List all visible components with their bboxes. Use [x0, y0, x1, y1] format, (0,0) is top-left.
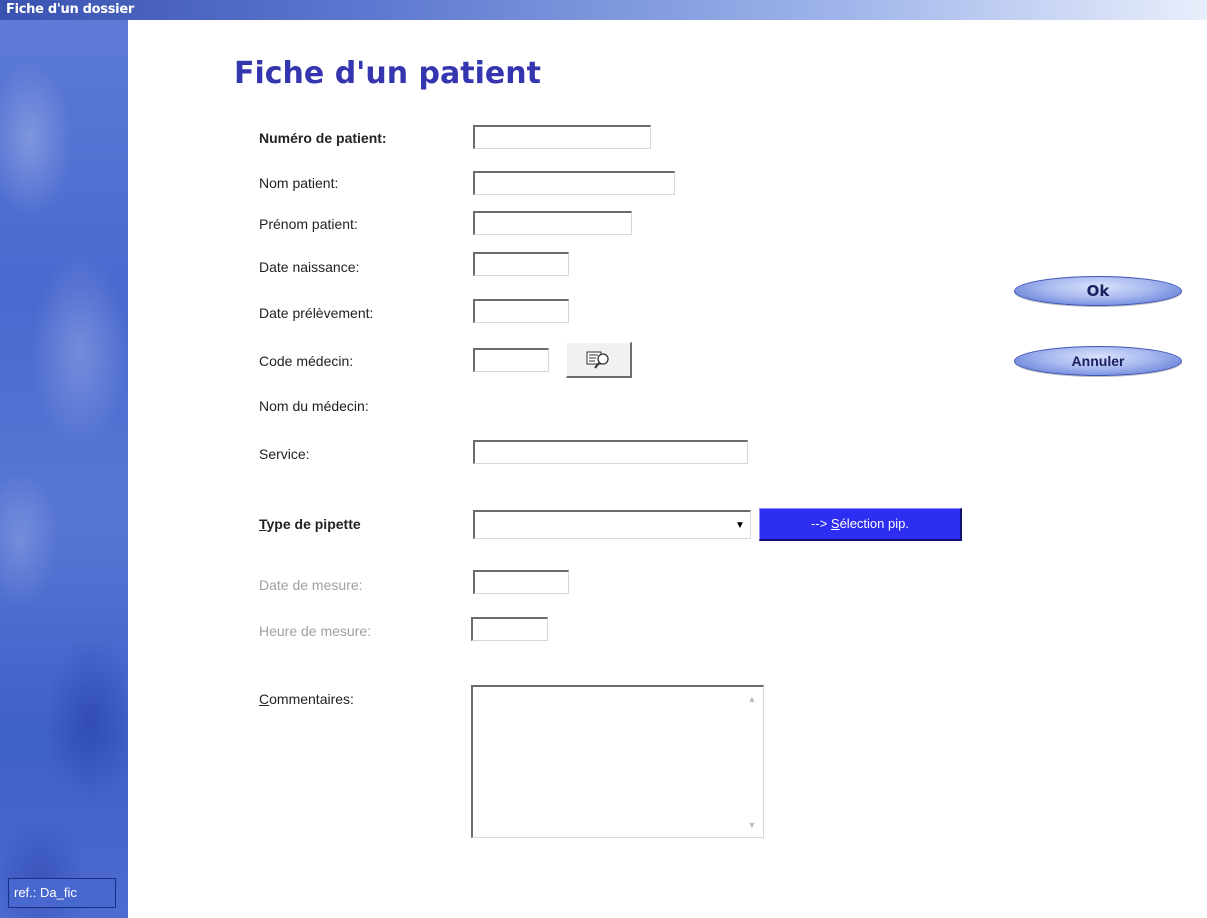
selection-mnemonic: S: [830, 516, 840, 531]
code-medecin-input[interactable]: [473, 348, 549, 372]
date-prelevement-input[interactable]: [473, 299, 569, 323]
type-pipette-mnemonic: T: [259, 516, 267, 532]
annuler-button[interactable]: Annuler: [1014, 346, 1182, 376]
numero-patient-input[interactable]: [473, 125, 651, 149]
date-naissance-input[interactable]: [473, 252, 569, 276]
heure-mesure-label: Heure de mesure:: [259, 623, 372, 639]
ok-button[interactable]: Ok: [1014, 276, 1182, 306]
selection-prefix: -->: [811, 516, 831, 531]
date-prelevement-label: Date prélèvement:: [259, 305, 374, 321]
prenom-patient-input[interactable]: [473, 211, 632, 235]
commentaires-label: Commentaires:: [259, 691, 354, 707]
date-naissance-label: Date naissance:: [259, 259, 360, 275]
commentaires-mnemonic: C: [259, 691, 270, 707]
chevron-down-icon[interactable]: ▼: [733, 518, 747, 534]
heure-mesure-input[interactable]: [471, 617, 548, 641]
commentaires-label-text: ommentaires:: [269, 691, 354, 707]
code-medecin-label: Code médecin:: [259, 353, 354, 369]
date-mesure-label: Date de mesure:: [259, 577, 363, 593]
numero-patient-label: Numéro de patient:: [259, 130, 387, 146]
type-pipette-select[interactable]: ▼: [473, 510, 751, 539]
service-label: Service:: [259, 446, 310, 462]
window-title: Fiche d'un dossier: [6, 2, 134, 17]
window-titlebar: Fiche d'un dossier: [0, 0, 1207, 20]
nom-patient-label: Nom patient:: [259, 175, 339, 191]
service-input[interactable]: [473, 440, 748, 464]
page-title: Fiche d'un patient: [234, 56, 541, 91]
nom-medecin-label: Nom du médecin:: [259, 398, 369, 414]
selection-pipette-button[interactable]: --> Sélection pip.: [759, 508, 962, 541]
date-mesure-input[interactable]: [473, 570, 569, 594]
prenom-patient-label: Prénom patient:: [259, 216, 358, 232]
commentaires-textarea[interactable]: ▲ ▼: [471, 685, 764, 838]
ref-label: ref.: Da_fic: [8, 878, 116, 908]
doctor-search-icon: [586, 351, 609, 369]
doctor-lookup-button[interactable]: [566, 342, 632, 378]
selection-label: élection pip.: [839, 516, 909, 531]
scroll-down-icon[interactable]: ▼: [744, 817, 760, 833]
type-pipette-label-text: ype de pipette: [266, 516, 361, 532]
sidebar-panel: [0, 20, 128, 918]
nom-patient-input[interactable]: [473, 171, 675, 195]
type-pipette-label: Type de pipette: [259, 516, 361, 532]
scroll-up-icon[interactable]: ▲: [744, 691, 760, 707]
